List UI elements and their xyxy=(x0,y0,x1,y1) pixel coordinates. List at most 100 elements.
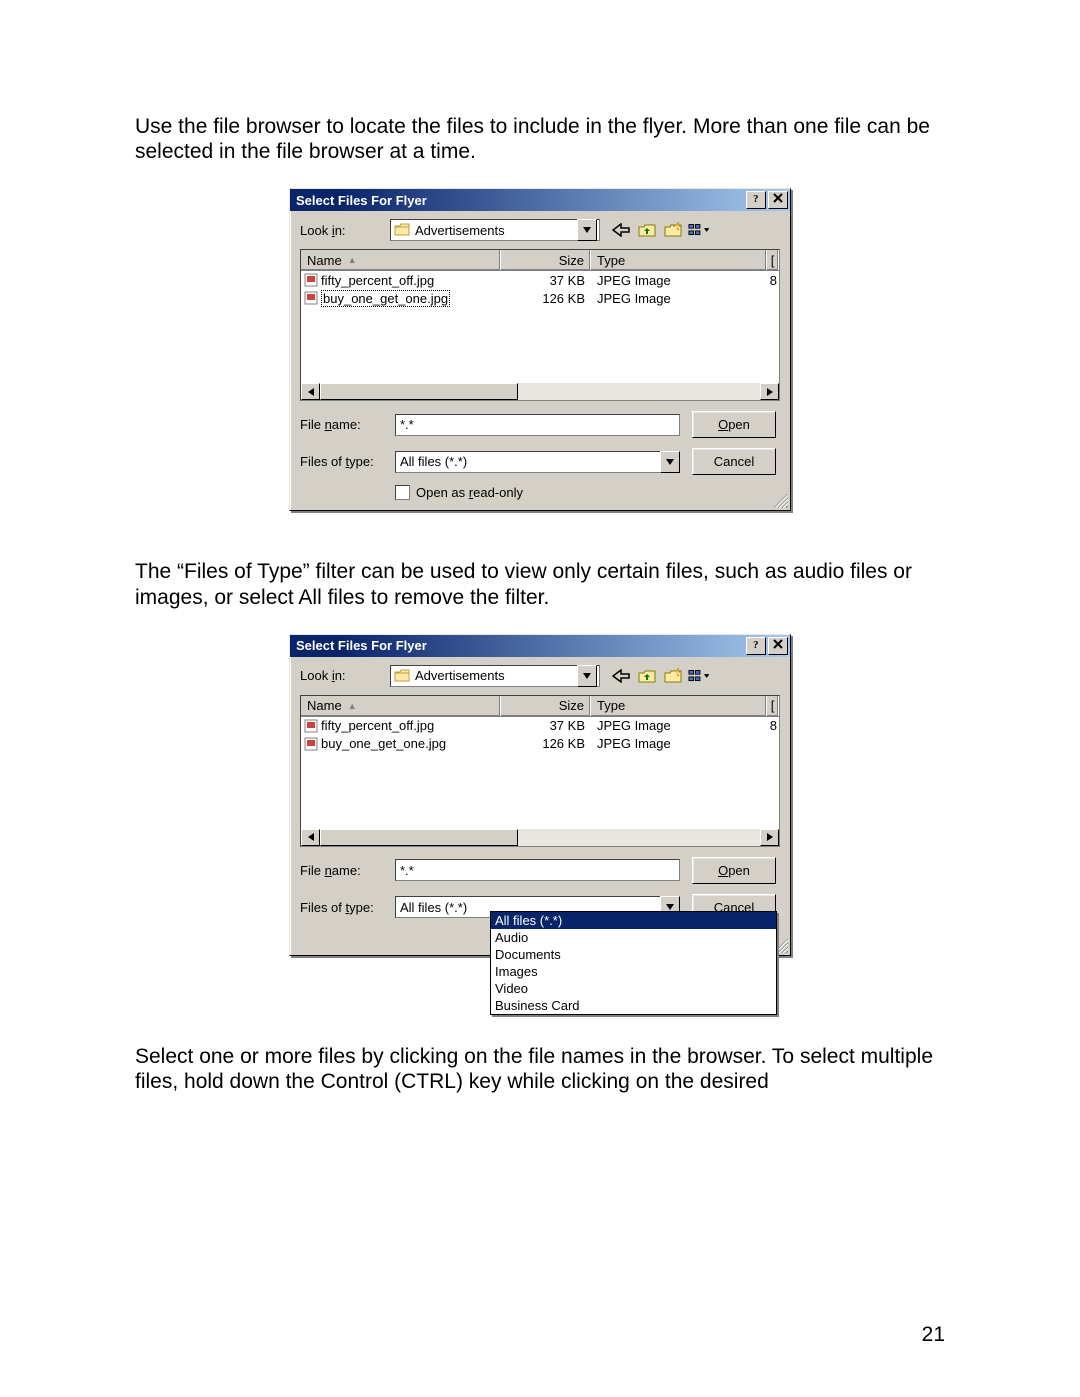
filter-option[interactable]: Audio xyxy=(491,929,776,946)
column-last-truncated[interactable]: [ xyxy=(767,696,779,716)
horizontal-scrollbar[interactable] xyxy=(301,828,779,846)
file-browser-dialog-1: Select Files For Flyer ? Look in: xyxy=(289,188,791,511)
jpeg-file-icon xyxy=(303,718,319,734)
file-name-input[interactable] xyxy=(395,859,680,881)
file-name: buy_one_get_one.jpg xyxy=(321,736,446,751)
file-date-truncated: 8 xyxy=(767,273,779,288)
file-row[interactable]: buy_one_get_one.jpg 126 KB JPEG Image xyxy=(301,289,779,307)
file-type: JPEG Image xyxy=(591,736,767,751)
open-button[interactable]: Open xyxy=(692,857,776,884)
back-icon[interactable] xyxy=(610,219,632,241)
sort-asc-icon: ▲ xyxy=(348,701,357,711)
jpeg-file-icon xyxy=(303,736,319,752)
file-date-truncated: 8 xyxy=(767,718,779,733)
dialog-title: Select Files For Flyer xyxy=(296,638,427,653)
file-list-header: Name▲ Size Type [ xyxy=(301,696,779,717)
file-name-selected: buy_one_get_one.jpg xyxy=(321,290,450,307)
read-only-checkbox[interactable] xyxy=(395,485,410,500)
column-name[interactable]: Name▲ xyxy=(301,250,501,270)
chevron-down-icon xyxy=(703,669,710,683)
filter-option[interactable]: Documents xyxy=(491,946,776,963)
help-button[interactable]: ? xyxy=(746,637,766,655)
dialog-title: Select Files For Flyer xyxy=(296,193,427,208)
svg-text:?: ? xyxy=(753,193,759,204)
new-folder-icon[interactable] xyxy=(662,219,684,241)
close-button[interactable] xyxy=(768,637,788,655)
file-row[interactable]: fifty_percent_off.jpg 37 KB JPEG Image 8 xyxy=(301,271,779,289)
file-row[interactable]: fifty_percent_off.jpg 37 KB JPEG Image 8 xyxy=(301,717,779,735)
scroll-thumb[interactable] xyxy=(320,383,518,400)
read-only-label: Open as read-only xyxy=(416,485,523,500)
scroll-thumb[interactable] xyxy=(320,829,518,846)
file-row[interactable]: buy_one_get_one.jpg 126 KB JPEG Image xyxy=(301,735,779,753)
intro-paragraph-3: Select one or more files by clicking on … xyxy=(135,1044,945,1094)
column-name[interactable]: Name▲ xyxy=(301,696,501,716)
file-list-header: Name▲ Size Type [ xyxy=(301,250,779,271)
up-folder-icon[interactable] xyxy=(636,219,658,241)
file-browser-dialog-2: Select Files For Flyer ? Look in: xyxy=(289,634,791,956)
scroll-left-button[interactable] xyxy=(301,383,320,400)
intro-paragraph-1: Use the file browser to locate the files… xyxy=(135,114,945,164)
file-list[interactable]: Name▲ Size Type [ fifty_percent_off.jpg xyxy=(300,695,780,847)
filter-option[interactable]: Images xyxy=(491,963,776,980)
dialog-titlebar: Select Files For Flyer ? xyxy=(290,635,790,657)
svg-text:?: ? xyxy=(753,639,759,650)
file-type: JPEG Image xyxy=(591,718,767,733)
files-of-type-label: Files of type: xyxy=(300,900,395,915)
folder-icon xyxy=(393,222,411,238)
dialog-titlebar: Select Files For Flyer ? xyxy=(290,189,790,211)
up-folder-icon[interactable] xyxy=(636,665,658,687)
cancel-button[interactable]: Cancel xyxy=(692,448,776,475)
scroll-right-button[interactable] xyxy=(760,829,779,846)
filter-option[interactable]: Video xyxy=(491,980,776,997)
file-size: 37 KB xyxy=(501,718,591,733)
file-name: fifty_percent_off.jpg xyxy=(321,718,434,733)
files-of-type-select[interactable] xyxy=(395,451,680,473)
chevron-down-icon xyxy=(703,223,710,237)
back-icon[interactable] xyxy=(610,665,632,687)
sort-asc-icon: ▲ xyxy=(348,255,357,265)
column-last-truncated[interactable]: [ xyxy=(767,250,779,270)
jpeg-file-icon xyxy=(303,290,319,306)
open-button[interactable]: Open xyxy=(692,411,776,438)
column-type[interactable]: Type xyxy=(591,250,767,270)
scroll-right-button[interactable] xyxy=(760,383,779,400)
column-size[interactable]: Size xyxy=(501,696,591,716)
look-in-dropdown-button[interactable] xyxy=(577,219,597,241)
look-in-select[interactable]: Advertisements xyxy=(390,219,600,241)
view-menu-icon[interactable] xyxy=(688,219,710,241)
file-type: JPEG Image xyxy=(591,291,767,306)
file-name-label: File name: xyxy=(300,417,395,432)
file-size: 126 KB xyxy=(501,736,591,751)
look-in-value: Advertisements xyxy=(411,668,577,683)
file-size: 37 KB xyxy=(501,273,591,288)
view-menu-icon[interactable] xyxy=(688,665,710,687)
look-in-label: Look in: xyxy=(300,668,390,683)
page-number: 21 xyxy=(922,1323,945,1347)
close-button[interactable] xyxy=(768,191,788,209)
horizontal-scrollbar[interactable] xyxy=(301,382,779,400)
files-of-type-dropdown-button[interactable] xyxy=(660,451,680,473)
file-list[interactable]: Name▲ Size Type [ fifty_percent_off.jpg xyxy=(300,249,780,401)
help-button[interactable]: ? xyxy=(746,191,766,209)
look-in-value: Advertisements xyxy=(411,223,577,238)
filter-option[interactable]: Business Card xyxy=(491,997,776,1014)
folder-icon xyxy=(393,668,411,684)
look-in-dropdown-button[interactable] xyxy=(577,665,597,687)
file-name: fifty_percent_off.jpg xyxy=(321,273,434,288)
filter-option[interactable]: All files (*.*) xyxy=(491,912,776,929)
files-of-type-dropdown-list[interactable]: All files (*.*) Audio Documents Images V… xyxy=(490,911,777,1015)
file-name-label: File name: xyxy=(300,863,395,878)
column-size[interactable]: Size xyxy=(501,250,591,270)
scroll-left-button[interactable] xyxy=(301,829,320,846)
look-in-select[interactable]: Advertisements xyxy=(390,665,600,687)
look-in-label: Look in: xyxy=(300,223,390,238)
file-size: 126 KB xyxy=(501,291,591,306)
file-name-input[interactable] xyxy=(395,414,680,436)
intro-paragraph-2: The “Files of Type” filter can be used t… xyxy=(135,559,945,609)
files-of-type-value[interactable] xyxy=(395,451,660,473)
column-type[interactable]: Type xyxy=(591,696,767,716)
files-of-type-label: Files of type: xyxy=(300,454,395,469)
new-folder-icon[interactable] xyxy=(662,665,684,687)
file-type: JPEG Image xyxy=(591,273,767,288)
